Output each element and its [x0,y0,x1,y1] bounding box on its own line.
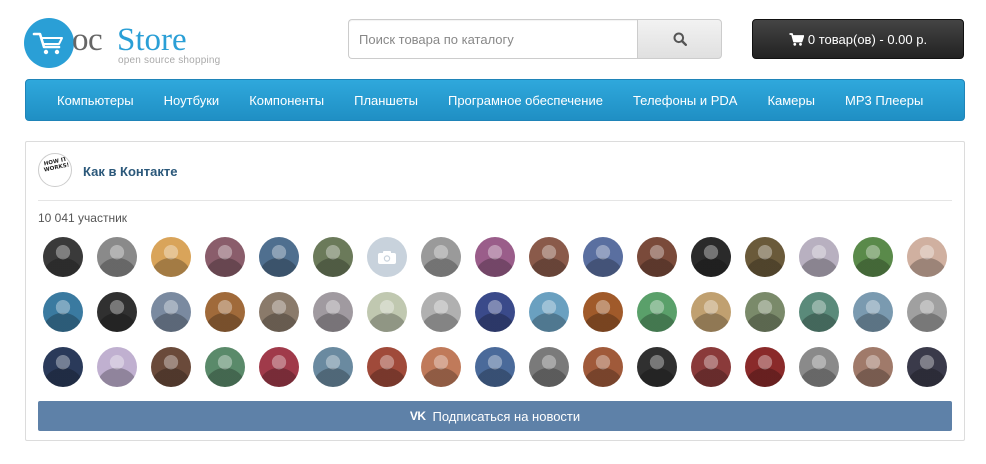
member-avatar[interactable] [475,237,515,277]
member-avatar[interactable] [907,237,947,277]
member-avatar[interactable] [43,292,83,332]
member-avatar[interactable] [97,237,137,277]
member-avatar[interactable] [907,347,947,387]
member-avatar[interactable] [853,347,893,387]
group-avatar-text: HOW IT WORKS! [43,156,70,174]
member-avatar[interactable] [367,237,407,277]
member-avatar[interactable] [313,237,353,277]
member-avatar[interactable] [43,347,83,387]
members-count: 10 041 участник [38,211,128,225]
member-avatar[interactable] [637,347,677,387]
group-avatar[interactable]: HOW IT WORKS! [38,153,72,187]
subscribe-label: Подписаться на новости [432,408,581,424]
member-avatar[interactable] [799,237,839,277]
member-avatar[interactable] [583,347,623,387]
members-grid [43,237,957,387]
menu-item-cameras[interactable]: Камеры [752,93,830,108]
camera-icon [378,250,396,264]
menu-item-phones[interactable]: Телефоны и PDA [618,93,753,108]
group-name-link[interactable]: Как в Контакте [83,164,177,179]
search-icon [673,32,687,46]
search-bar [348,19,722,59]
member-avatar[interactable] [691,237,731,277]
member-avatar[interactable] [151,237,191,277]
vk-icon: VK [409,409,426,423]
search-input[interactable] [348,19,638,59]
member-avatar[interactable] [853,237,893,277]
member-avatar[interactable] [205,292,245,332]
member-avatar[interactable] [97,347,137,387]
member-avatar[interactable] [691,292,731,332]
member-avatar[interactable] [205,347,245,387]
member-avatar[interactable] [421,237,461,277]
logo[interactable]: oc Store open source shopping [24,18,224,70]
member-avatar[interactable] [259,347,299,387]
member-avatar[interactable] [313,292,353,332]
search-button[interactable] [637,19,722,59]
main-menu: Компьютеры Ноутбуки Компоненты Планшеты … [25,79,965,121]
divider [38,200,952,201]
menu-item-laptops[interactable]: Ноутбуки [149,93,235,108]
logo-subtitle: open source shopping [118,55,221,66]
cart-logo-icon [24,18,74,68]
vk-group-widget: HOW IT WORKS! Как в Контакте 10 041 учас… [25,141,965,441]
cart-label: 0 товар(ов) - 0.00 р. [807,31,928,47]
member-avatar[interactable] [529,292,569,332]
member-avatar[interactable] [745,347,785,387]
member-avatar[interactable] [637,237,677,277]
member-avatar[interactable] [637,292,677,332]
menu-item-software[interactable]: Програмное обеспечение [433,93,618,108]
menu-item-components[interactable]: Компоненты [234,93,339,108]
cart-icon [789,32,804,46]
member-avatar[interactable] [745,292,785,332]
member-avatar[interactable] [43,237,83,277]
member-avatar[interactable] [259,292,299,332]
subscribe-button[interactable]: VK Подписаться на новости [38,401,952,431]
member-avatar[interactable] [475,347,515,387]
member-avatar[interactable] [853,292,893,332]
logo-oc-text: oc [72,22,103,58]
cart-button[interactable]: 0 товар(ов) - 0.00 р. [752,19,964,59]
member-avatar[interactable] [151,347,191,387]
member-avatar[interactable] [475,292,515,332]
member-avatar[interactable] [367,347,407,387]
member-avatar[interactable] [97,292,137,332]
member-avatar[interactable] [745,237,785,277]
member-avatar[interactable] [367,292,407,332]
member-avatar[interactable] [529,237,569,277]
menu-item-tablets[interactable]: Планшеты [339,93,433,108]
member-avatar[interactable] [421,347,461,387]
logo-store-text: Store [117,22,187,58]
member-avatar[interactable] [421,292,461,332]
member-avatar[interactable] [205,237,245,277]
member-avatar[interactable] [907,292,947,332]
member-avatar[interactable] [691,347,731,387]
member-avatar[interactable] [583,292,623,332]
member-avatar[interactable] [583,237,623,277]
member-avatar[interactable] [151,292,191,332]
menu-item-mp3[interactable]: MP3 Плееры [830,93,938,108]
member-avatar[interactable] [259,237,299,277]
menu-item-computers[interactable]: Компьютеры [42,93,149,108]
member-avatar[interactable] [799,292,839,332]
member-avatar[interactable] [799,347,839,387]
member-avatar[interactable] [529,347,569,387]
member-avatar[interactable] [313,347,353,387]
